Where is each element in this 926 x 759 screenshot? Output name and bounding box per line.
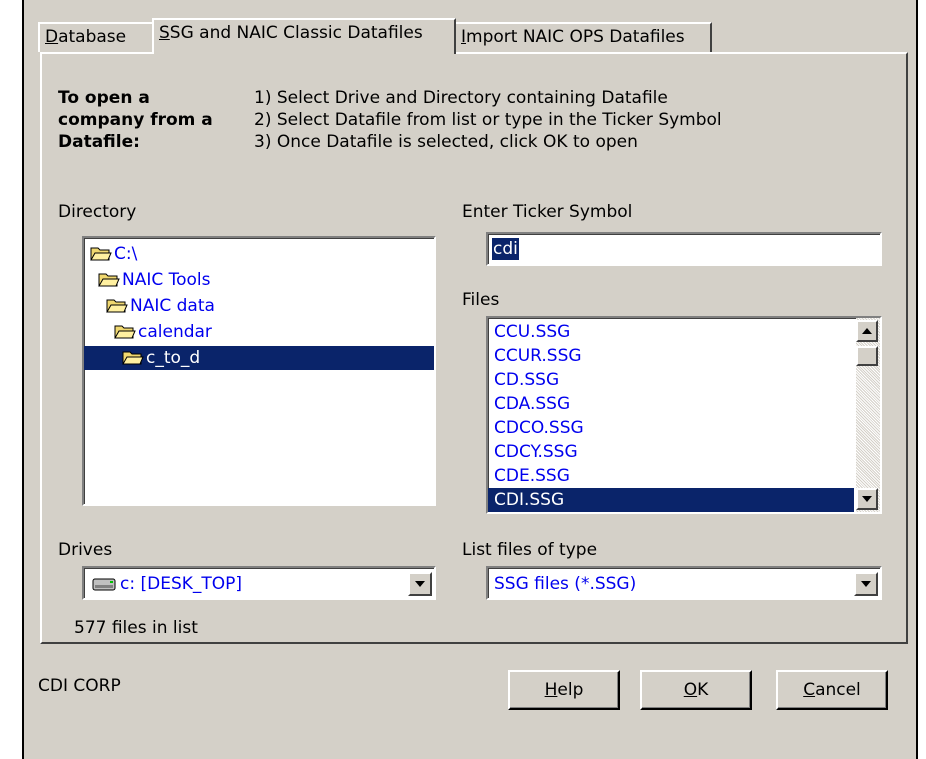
files-list-items: CCU.SSG CCUR.SSG CD.SSG CDA.SSG CDCO.SSG… (488, 320, 854, 512)
ok-label: K (697, 680, 709, 700)
scroll-thumb[interactable] (856, 346, 878, 366)
file-item[interactable]: CDCO.SSG (488, 416, 854, 440)
tab-ssg-mnemonic: S (159, 23, 170, 43)
ticker-label: Enter Ticker Symbol (462, 202, 633, 222)
arrow-up-icon (862, 328, 872, 334)
folder-open-icon (114, 322, 136, 339)
files-scrollbar[interactable] (856, 318, 880, 512)
hard-drive-icon (92, 576, 116, 596)
cancel-mnemonic: C (803, 680, 816, 700)
file-item[interactable]: CCUR.SSG (488, 344, 854, 368)
file-count-status: 577 files in list (74, 618, 198, 638)
tab-database-mnemonic: D (45, 27, 59, 47)
drives-dropdown-button[interactable] (408, 572, 432, 596)
drives-label: Drives (58, 540, 113, 560)
company-name: CDI CORP (38, 676, 121, 696)
scroll-down-button[interactable] (856, 488, 878, 510)
folder-open-icon (90, 244, 112, 261)
ticker-input[interactable]: cdi (486, 232, 882, 266)
directory-item-label: NAIC Tools (122, 270, 211, 290)
file-item[interactable]: CDA.SSG (488, 392, 854, 416)
cancel-label: ancel (815, 680, 861, 700)
instructions-heading-3: Datafile: (58, 132, 140, 152)
ticker-input-value: cdi (492, 238, 519, 260)
directory-item-calendar[interactable]: calendar (114, 320, 212, 344)
scroll-up-button[interactable] (856, 320, 878, 342)
open-datafile-dialog: Database SSG and NAIC Classic Datafiles … (22, 0, 918, 759)
directory-item-label: NAIC data (130, 296, 215, 316)
help-mnemonic: H (544, 680, 558, 700)
instructions-step-1: 1) Select Drive and Directory containing… (254, 88, 668, 108)
tab-ssg-naic-classic[interactable]: SSG and NAIC Classic Datafiles (152, 18, 456, 54)
files-list[interactable]: CCU.SSG CCUR.SSG CD.SSG CDA.SSG CDCO.SSG… (486, 316, 882, 514)
directory-item-label: calendar (138, 322, 212, 342)
help-label: elp (557, 680, 584, 700)
file-item-selected[interactable]: CDI.SSG (488, 488, 854, 512)
file-item[interactable]: CDCY.SSG (488, 440, 854, 464)
instructions-heading-1: To open a (58, 88, 150, 108)
instructions-step-3: 3) Once Datafile is selected, click OK t… (254, 132, 638, 152)
directory-item-root[interactable]: C:\ (90, 242, 137, 266)
ok-mnemonic: O (683, 680, 698, 700)
tab-panel: To open a company from a Datafile: 1) Se… (40, 52, 908, 644)
file-item[interactable]: CCU.SSG (488, 320, 854, 344)
tab-database-label: atabase (58, 27, 127, 47)
directory-tree[interactable]: C:\ NAIC Tools NAIC data calendar c_to_d (82, 236, 436, 506)
directory-label: Directory (58, 202, 137, 222)
directory-item-naic-data[interactable]: NAIC data (106, 294, 215, 318)
directory-item-label: c_to_d (146, 348, 201, 368)
files-label: Files (462, 290, 500, 310)
chevron-down-icon (415, 581, 425, 587)
drives-select[interactable]: c: [DESK_TOP] (82, 566, 436, 600)
directory-item-label: C:\ (114, 244, 138, 264)
tab-database[interactable]: Database (38, 22, 154, 52)
file-item[interactable]: CD.SSG (488, 368, 854, 392)
cancel-button[interactable]: Cancel (776, 670, 888, 710)
file-item[interactable]: CDE.SSG (488, 464, 854, 488)
chevron-down-icon (861, 581, 871, 587)
arrow-down-icon (862, 496, 872, 502)
ok-button[interactable]: OK (640, 670, 752, 710)
filetype-select-value: SSG files (*.SSG) (494, 574, 637, 594)
drives-select-value: c: [DESK_TOP] (120, 574, 243, 594)
folder-open-icon (106, 296, 128, 313)
folder-open-icon (122, 348, 144, 365)
filetype-select[interactable]: SSG files (*.SSG) (486, 566, 882, 600)
filetype-label: List files of type (462, 540, 598, 560)
instructions-heading-2: company from a (58, 110, 213, 130)
folder-open-icon (98, 270, 120, 287)
instructions-step-2: 2) Select Datafile from list or type in … (254, 110, 722, 130)
directory-item-naic-tools[interactable]: NAIC Tools (98, 268, 211, 292)
directory-item-c-to-d[interactable]: c_to_d (84, 346, 434, 370)
filetype-dropdown-button[interactable] (854, 572, 878, 596)
help-button[interactable]: Help (508, 670, 620, 710)
tab-ssg-label: SG and NAIC Classic Datafiles (169, 23, 423, 43)
tab-import-label: mport NAIC OPS Datafiles (466, 27, 685, 47)
tab-import-naic-ops[interactable]: Import NAIC OPS Datafiles (454, 22, 712, 52)
